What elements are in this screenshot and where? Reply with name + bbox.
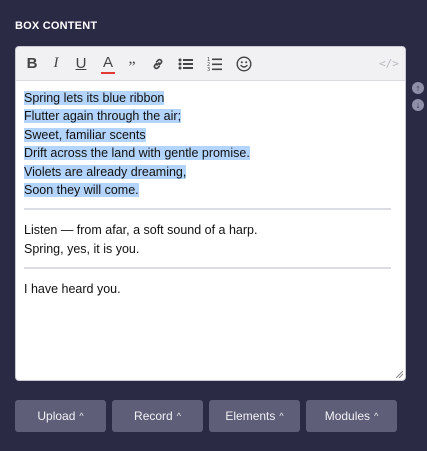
record-button[interactable]: Record ^ [112, 400, 203, 432]
numbered-list-icon[interactable]: 123 [203, 47, 227, 80]
arrow-down-icon[interactable]: ↓ [412, 99, 424, 111]
paragraph: Listen — from afar, a soft sound of a ha… [24, 221, 397, 258]
editor-toolbar: B I U A ” 1 2 3 </> [16, 47, 405, 81]
elements-button[interactable]: Elements ^ [209, 400, 300, 432]
chevron-up-icon: ^ [279, 411, 284, 421]
text-line: Drift across the land with gentle promis… [24, 146, 250, 161]
selected-paragraph: Spring lets its blue ribbon Flutter agai… [24, 89, 397, 199]
text-line: Soon they will come. [24, 183, 139, 198]
resize-handle[interactable] [395, 370, 403, 378]
upload-label: Upload [37, 409, 76, 423]
modules-label: Modules [324, 409, 371, 423]
emoji-icon[interactable] [232, 47, 256, 80]
text-line: Listen — from afar, a soft sound of a ha… [24, 223, 258, 238]
text-color-swatch [101, 71, 115, 74]
side-controls: ↑ ↓ [412, 82, 424, 116]
upload-button[interactable]: Upload ^ [15, 400, 106, 432]
text-line: Sweet, familiar scents [24, 127, 146, 142]
bold-icon[interactable]: B [20, 47, 44, 80]
paragraph: I have heard you. [24, 280, 397, 298]
record-label: Record [134, 409, 173, 423]
chevron-up-icon: ^ [79, 411, 84, 421]
text-line: Spring lets its blue ribbon [24, 91, 165, 105]
text-line: Spring, yes, it is you. [24, 241, 140, 256]
section-title: BOX CONTENT [15, 20, 98, 32]
divider [24, 208, 391, 211]
text-line: Flutter again through the air; [24, 109, 182, 124]
code-icon[interactable]: </> [377, 47, 401, 80]
text-color-letter: A [102, 53, 113, 71]
italic-icon[interactable]: I [44, 47, 68, 80]
arrow-up-icon[interactable]: ↑ [412, 82, 424, 94]
divider [24, 267, 391, 270]
bullet-list-icon[interactable] [174, 47, 198, 80]
link-icon[interactable] [146, 47, 170, 80]
svg-text:3: 3 [207, 67, 210, 72]
text-color-icon[interactable]: A [96, 47, 120, 80]
modules-button[interactable]: Modules ^ [306, 400, 397, 432]
bottom-toolbar: Upload ^ Record ^ Elements ^ Modules ^ [15, 400, 397, 432]
chevron-up-icon: ^ [374, 411, 379, 421]
elements-label: Elements [225, 409, 276, 423]
underline-icon[interactable]: U [69, 47, 93, 80]
chevron-up-icon: ^ [176, 411, 181, 421]
text-line: Violets are already dreaming, [24, 164, 187, 179]
editor-content[interactable]: Spring lets its blue ribbon Flutter agai… [16, 81, 405, 299]
text-line: I have heard you. [24, 282, 121, 297]
quote-icon[interactable]: ” [120, 47, 144, 84]
rich-text-editor[interactable]: B I U A ” 1 2 3 </> Spring lets its blue… [15, 46, 406, 381]
